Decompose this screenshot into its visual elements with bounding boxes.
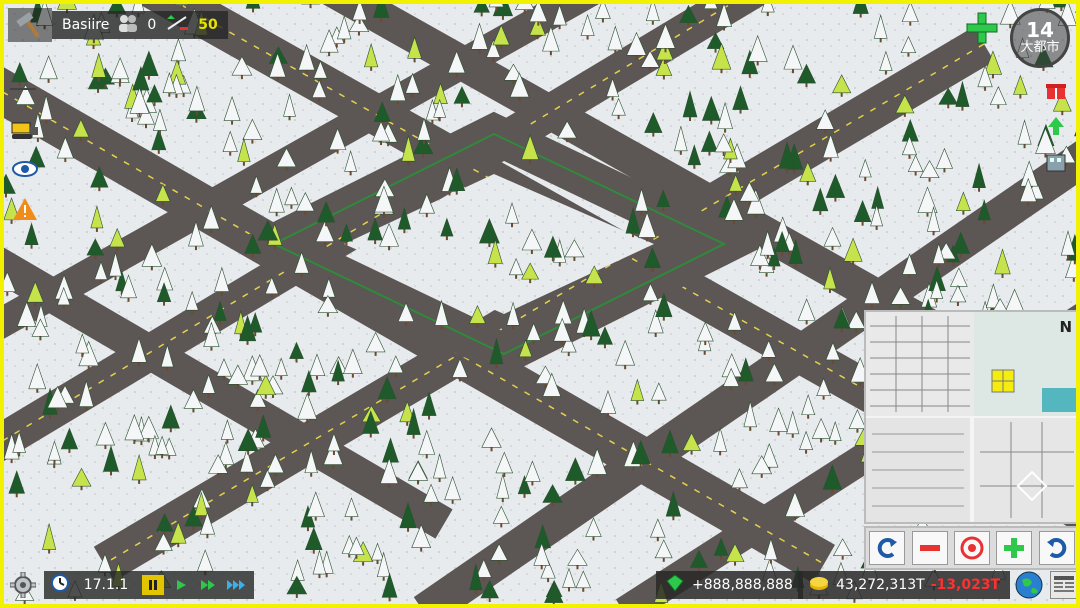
city-rank: 大都市 [1020,40,1060,55]
city-info-bar: Basiire 0 50 [8,8,228,42]
gift-icon[interactable] [1044,78,1068,102]
minimap[interactable]: N [864,310,1076,524]
clock-icon [50,573,70,597]
minimap-controls [864,526,1076,570]
play-button[interactable] [170,575,192,595]
pause-button[interactable] [142,575,164,595]
coin-icon [808,575,830,595]
zoom-out-button[interactable] [911,531,948,565]
game-viewport[interactable]: Basiire 0 50 14 大都市 N 17.1.1 +888,888,88… [0,0,1080,608]
north-label: N [1059,318,1072,336]
diamond-count: +888,888,888 [692,577,793,593]
coin-balance: 43,272,313T [836,577,925,593]
target-button[interactable] [953,531,990,565]
city-name: Basiire [62,17,110,33]
coin-panel[interactable]: 43,272,313T -13,023T [798,571,1011,599]
city-level: 14 [1026,18,1054,42]
newspaper-icon[interactable] [1050,571,1076,599]
income-rate: -13,023T [930,577,1001,593]
city-level-badge[interactable]: 14 大都市 [1010,8,1070,68]
eye-icon[interactable] [10,154,40,184]
city-panel[interactable]: Basiire 0 50 [52,11,228,39]
building-icon[interactable] [1044,150,1068,174]
diamond-panel[interactable]: +888,888,888 [656,571,803,599]
top-right-hud: 14 大都市 [962,8,1070,68]
plus-icon[interactable] [962,8,1002,48]
fastest-button[interactable] [226,575,248,595]
game-date: 17.1.1 [83,577,129,593]
hammer-icon[interactable] [8,8,52,42]
city-money: 50 [198,17,218,33]
left-toolbar [10,74,40,224]
right-toolbar [1044,78,1068,174]
rotate-right-button[interactable] [1038,531,1075,565]
date-panel: 17.1.1 [44,571,254,599]
people-icon [117,14,139,36]
rotate-left-button[interactable] [869,531,906,565]
budget-icon [164,13,190,37]
diamond-icon [666,574,684,596]
upgrade-icon[interactable] [1044,114,1068,138]
warning-icon[interactable] [10,194,40,224]
fast-forward-button[interactable] [198,575,220,595]
zoom-in-button[interactable] [996,531,1033,565]
bulldozer-icon[interactable] [10,114,40,144]
globe-icon[interactable] [1014,570,1044,600]
population-count: 0 [147,17,157,33]
tree [1075,10,1076,13]
time-controls: 17.1.1 [8,570,254,600]
gear-icon[interactable] [8,570,38,600]
minus-icon[interactable] [10,74,40,104]
bottom-bar: 17.1.1 +888,888,888 43,272,313T -13,023T [8,570,1076,600]
